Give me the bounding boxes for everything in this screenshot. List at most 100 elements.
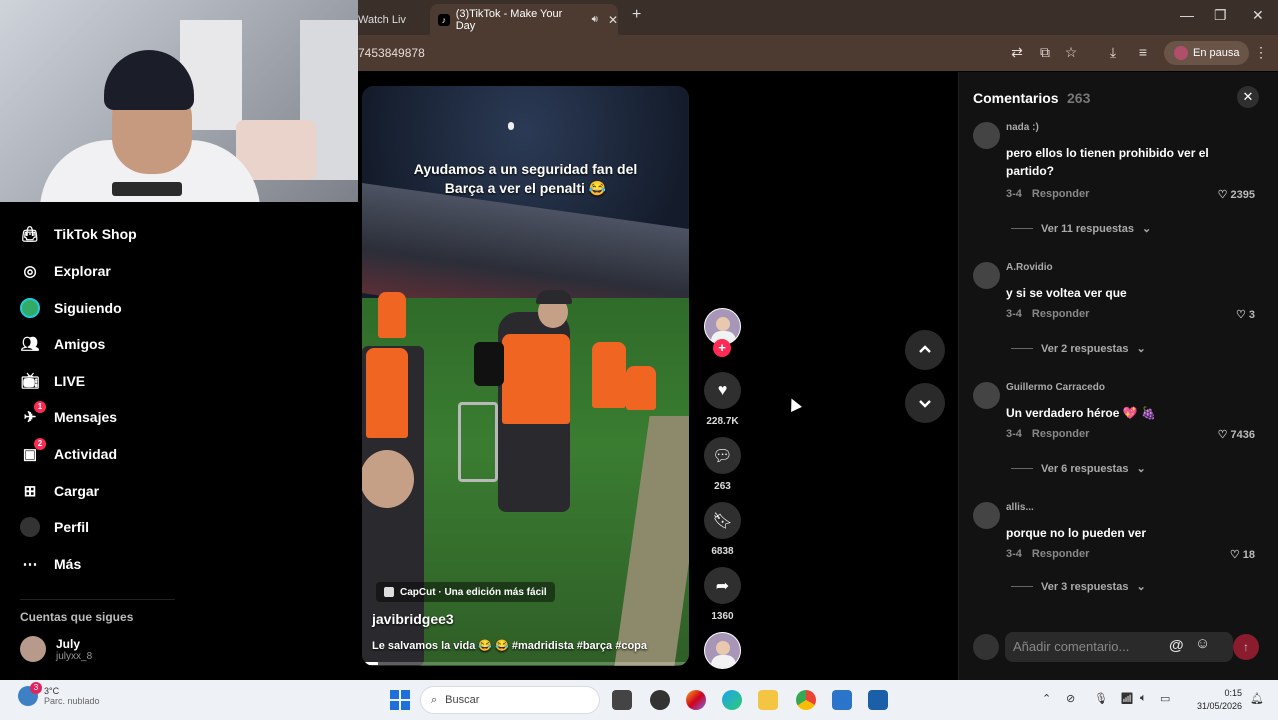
video-vest-far-right bbox=[626, 366, 656, 410]
wifi-icon[interactable]: 📶︎ bbox=[1120, 692, 1134, 705]
mention-button[interactable]: @ bbox=[1169, 637, 1184, 654]
sidebar-item-friends[interactable]: 👥︎ Amigos bbox=[20, 332, 105, 356]
tab-title: (3)TikTok - Make Your Day bbox=[455, 7, 563, 32]
comment-like-button[interactable]: ♡ 2395 bbox=[1218, 188, 1255, 201]
view-replies-button[interactable]: Ver 3 respuestas ⌄ bbox=[1011, 580, 1146, 593]
share-count: 1360 bbox=[711, 611, 734, 622]
comment-like-button[interactable]: ♡ 3 bbox=[1236, 308, 1255, 321]
avatar[interactable] bbox=[973, 382, 1000, 409]
minimize-button[interactable]: — bbox=[1180, 7, 1194, 23]
next-video-button[interactable] bbox=[905, 383, 945, 423]
sidebar-item-more[interactable]: ⋯ Más bbox=[20, 552, 82, 576]
reply-button[interactable]: Responder bbox=[1032, 548, 1089, 560]
comment-user[interactable]: nada :) bbox=[1006, 122, 1039, 133]
share-button[interactable]: ➦ bbox=[704, 567, 741, 604]
copilot-icon[interactable] bbox=[686, 690, 706, 710]
video-player[interactable]: Ayudamos a un seguridad fan del Barça a … bbox=[362, 86, 689, 666]
sound-avatar[interactable] bbox=[704, 632, 741, 669]
follow-plus-button[interactable]: + bbox=[713, 339, 731, 357]
store-icon[interactable] bbox=[832, 690, 852, 710]
clock-date: 31/05/2026 bbox=[1196, 701, 1242, 711]
comment-button[interactable]: 💬︎ bbox=[704, 437, 741, 474]
taskbar-search[interactable]: ⌕ Buscar bbox=[420, 686, 600, 714]
bookmark-star-icon[interactable]: ☆ bbox=[1062, 44, 1080, 61]
avatar[interactable] bbox=[973, 502, 1000, 529]
reply-button[interactable]: Responder bbox=[1032, 308, 1089, 320]
mouse-cursor-icon bbox=[786, 396, 802, 412]
sidebar-item-live[interactable]: 📺︎ LIVE bbox=[20, 369, 85, 393]
save-button[interactable]: 🔖︎ bbox=[704, 502, 741, 539]
start-tile bbox=[401, 701, 410, 710]
comment-like-count: 7436 bbox=[1230, 429, 1255, 441]
profile-chip[interactable]: En pausa bbox=[1164, 41, 1250, 65]
video-author[interactable]: javibridgee3 bbox=[372, 611, 454, 627]
like-button[interactable]: ♥ bbox=[704, 372, 741, 409]
following-account-item[interactable]: July julyxx_8 bbox=[20, 636, 92, 662]
chevron-down-icon: ⌄ bbox=[1136, 581, 1146, 593]
comment-date: 3-4 bbox=[1006, 548, 1022, 560]
view-replies-button[interactable]: Ver 2 respuestas ⌄ bbox=[1011, 342, 1146, 355]
reply-button[interactable]: Responder bbox=[1032, 188, 1089, 200]
network-off-icon[interactable]: ⊘ bbox=[1066, 692, 1075, 705]
comment-item: Guillermo Carracedo Un verdadero héroe 💖… bbox=[973, 382, 1269, 492]
capcut-tag[interactable]: CapCut · Una edición más fácil bbox=[376, 582, 555, 602]
avatar[interactable] bbox=[973, 262, 1000, 289]
sidebar-item-messages[interactable]: ✈︎ 1 Mensajes bbox=[20, 401, 117, 429]
tray-chevron-up-icon[interactable]: ⌃ bbox=[1042, 692, 1051, 705]
view-replies-button[interactable]: Ver 11 respuestas ⌄ bbox=[1011, 222, 1151, 235]
taskbar-clock[interactable]: 0:15 31/05/2026 bbox=[1196, 687, 1242, 713]
maximize-button[interactable]: ❐ bbox=[1214, 7, 1227, 24]
tab-tiktok[interactable]: ♪ (3)TikTok - Make Your Day 🔊︎ ✕ bbox=[430, 4, 618, 35]
app-icon[interactable] bbox=[650, 690, 670, 710]
send-comment-button[interactable]: ↑ bbox=[1233, 634, 1259, 660]
microphone-icon[interactable]: 🎙︎ bbox=[1094, 692, 1108, 705]
friends-icon: 👥︎ bbox=[20, 336, 40, 353]
comment-user[interactable]: Guillermo Carracedo bbox=[1006, 382, 1105, 393]
windows-start-icon[interactable] bbox=[390, 690, 410, 710]
comment-user[interactable]: allis... bbox=[1006, 502, 1034, 513]
menu-dots-icon[interactable]: ⋮ bbox=[1252, 44, 1270, 61]
install-app-icon[interactable]: ⧉ bbox=[1036, 44, 1054, 61]
volume-icon[interactable]: 🔈︎ bbox=[1140, 692, 1147, 705]
file-explorer-icon[interactable] bbox=[758, 690, 778, 710]
comment-like-button[interactable]: ♡ 18 bbox=[1230, 548, 1255, 561]
view-replies-label: Ver 11 respuestas bbox=[1041, 222, 1134, 235]
previous-video-button[interactable] bbox=[905, 330, 945, 370]
reply-button[interactable]: Responder bbox=[1032, 428, 1089, 440]
speaker-icon[interactable]: 🔊︎ bbox=[592, 14, 598, 25]
translate-icon[interactable]: ⇄ bbox=[1008, 44, 1026, 61]
sidebar-item-shop[interactable]: 👜︎ TikTok Shop bbox=[20, 222, 136, 246]
avatar[interactable] bbox=[973, 122, 1000, 149]
sidebar-item-following[interactable]: Siguiendo bbox=[20, 296, 122, 320]
edge-icon[interactable] bbox=[722, 690, 742, 710]
start-tile bbox=[390, 701, 399, 710]
sidebar-item-explore[interactable]: ◎ Explorar bbox=[20, 259, 110, 283]
battery-icon[interactable]: ▭ bbox=[1160, 692, 1170, 705]
video-progress-fill bbox=[362, 662, 379, 665]
close-comments-button[interactable]: ✕ bbox=[1237, 86, 1259, 108]
profile-avatar-icon bbox=[1174, 46, 1188, 60]
close-window-button[interactable]: ✕ bbox=[1252, 7, 1264, 24]
new-tab-button[interactable]: + bbox=[632, 6, 641, 24]
video-progress-bar[interactable] bbox=[362, 662, 689, 665]
sidebar-item-profile[interactable]: Perfil bbox=[20, 515, 89, 539]
sidebar-item-upload[interactable]: ⊞ Cargar bbox=[20, 479, 99, 503]
emoji-button[interactable]: ☺ bbox=[1195, 635, 1210, 652]
reading-list-icon[interactable]: ≡ bbox=[1134, 44, 1152, 60]
upload-icon: ⊞ bbox=[23, 483, 37, 500]
comment-user[interactable]: A.Rovidio bbox=[1006, 262, 1053, 273]
app-window-icon[interactable] bbox=[868, 690, 888, 710]
live-tv-icon: 📺︎ bbox=[20, 373, 40, 390]
close-tab-icon[interactable]: ✕ bbox=[608, 13, 618, 27]
url-field[interactable]: 7453849878 bbox=[358, 46, 425, 60]
sidebar-item-activity[interactable]: ▣ 2 Actividad bbox=[20, 438, 117, 466]
tab-watch-live[interactable]: Watch Liv bbox=[358, 6, 426, 35]
notification-icon[interactable]: 🔔︎ bbox=[1250, 692, 1264, 705]
view-replies-button[interactable]: Ver 6 respuestas ⌄ bbox=[1011, 462, 1146, 475]
task-view-icon[interactable] bbox=[612, 690, 632, 710]
download-icon[interactable]: ⤓ bbox=[1104, 44, 1122, 61]
weather-widget[interactable]: 3 3°C Parc. nublado bbox=[18, 682, 100, 706]
chrome-icon[interactable] bbox=[796, 690, 816, 710]
capcut-icon bbox=[384, 587, 394, 597]
comment-like-button[interactable]: ♡ 7436 bbox=[1218, 428, 1255, 441]
